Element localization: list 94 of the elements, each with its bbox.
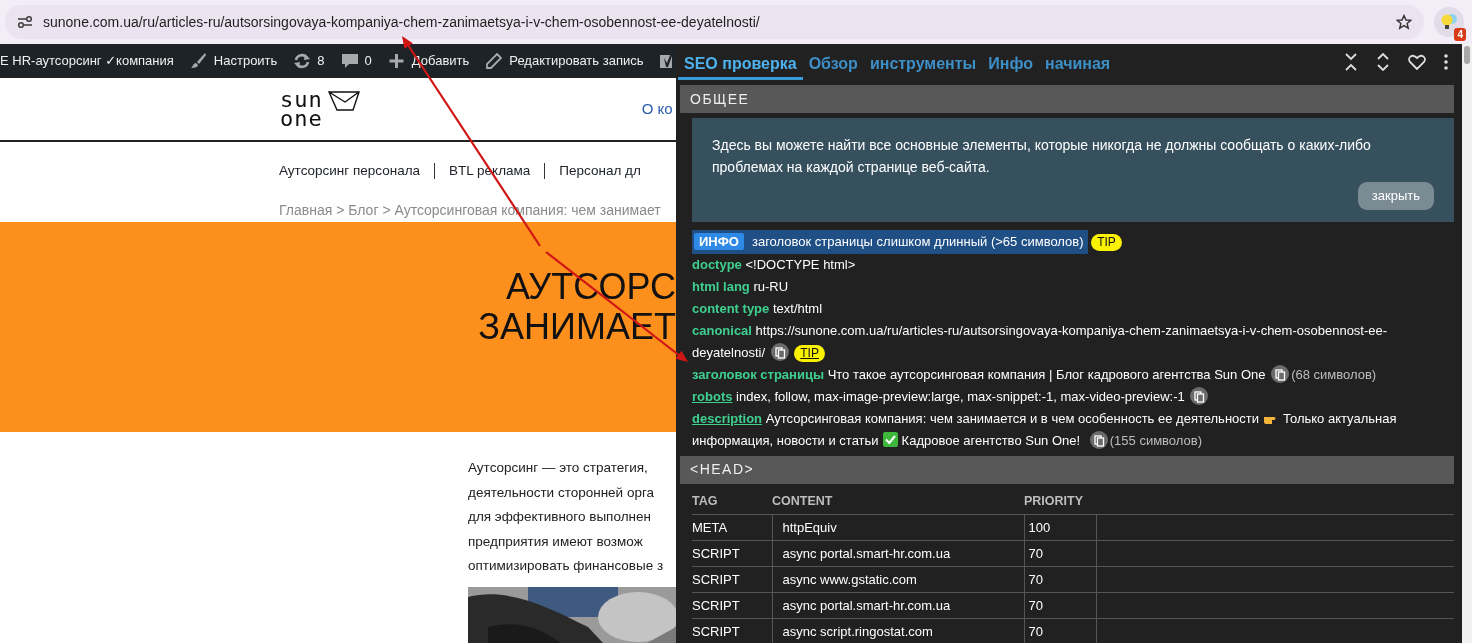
article-text-line: деятельности сторонней орга	[468, 483, 656, 502]
table-cell: 70	[1028, 624, 1043, 639]
table-cell: SCRIPT	[692, 546, 740, 561]
nav-link[interactable]: Персонал дл	[544, 163, 655, 179]
tab[interactable]: инструменты	[863, 44, 983, 80]
notice-text: заголовок страницы слишком длинный (>65 символов)	[751, 232, 1084, 251]
more-icon[interactable]	[1444, 54, 1448, 70]
field-value: Только актуальная	[1283, 409, 1397, 428]
field-label: заголовок страницы	[692, 366, 824, 382]
field-value: deyatelnosti/	[692, 343, 765, 362]
section-header[interactable]: ОБЩЕЕ	[680, 85, 1454, 113]
site-logo[interactable]: sun one	[280, 90, 323, 128]
comment-icon[interactable]	[340, 52, 359, 70]
refresh-icon[interactable]	[293, 52, 312, 70]
url-text: sunone.com.ua/ru/articles-ru/autsorsingovaya-kompaniya-chem-zanimaetsya-i-v-chem-osobennost-ee-deyatelnosti/	[43, 12, 760, 32]
tip-badge[interactable]: TIP	[794, 344, 825, 362]
copy-icon[interactable]	[1271, 364, 1290, 383]
copy-icon[interactable]	[770, 342, 789, 361]
field-link[interactable]: robots	[692, 388, 733, 404]
close-button[interactable]: закрыть	[1357, 182, 1434, 210]
field-label: doctype	[692, 256, 742, 272]
site-settings-icon[interactable]	[17, 14, 33, 30]
field-value: Аутсорсинговая компания: чем занимается и в чем особенность ее деятельности	[765, 409, 1260, 428]
pencil-icon[interactable]	[485, 52, 504, 70]
info-text: Здесь вы можете найти все основные элементы, которые никогда не должны сообщать о каких-либо проблемах на каждой странице веб-сайта.	[712, 136, 1372, 177]
expand-icon[interactable]	[1376, 53, 1390, 71]
field-label: html lang	[692, 278, 750, 294]
column-header: CONTENT	[772, 487, 1024, 515]
hero-title-line: ЗАНИМАЕТ	[478, 307, 676, 347]
column-header: TAG	[692, 487, 772, 515]
tab[interactable]: начиная	[1039, 44, 1117, 80]
section-header[interactable]: <HEAD>	[680, 455, 1454, 484]
link[interactable]: www.gstatic.com	[820, 572, 917, 587]
star-icon[interactable]	[1396, 14, 1412, 30]
character-count: (68 символов)	[1291, 366, 1377, 382]
table-cell: httpEquiv	[782, 520, 837, 535]
field-value: Что такое аутсорсинговая компания | Блог кадрового агентства Sun One	[827, 366, 1266, 382]
admin-bar-item[interactable]: E HR-аутсорсинг ✓компания	[0, 51, 174, 71]
plugin-logo-icon[interactable]	[659, 52, 674, 70]
field-label: content type	[692, 300, 770, 316]
table-cell: async	[782, 546, 817, 561]
copy-icon[interactable]	[1190, 386, 1209, 405]
field-link[interactable]: description	[692, 410, 763, 426]
hero-title-line: АУТСОРС	[505, 267, 676, 307]
link[interactable]: portal.smart-hr.com.ua	[820, 546, 951, 561]
admin-bar-item[interactable]: 0	[364, 51, 372, 71]
character-count: (155 символов)	[1109, 432, 1202, 448]
address-bar[interactable]: sunone.com.ua/ru/articles-ru/autsorsingovaya-kompaniya-chem-zanimaetsya-i-v-chem-osobennost-ee-deyatelnosti/	[5, 5, 1424, 39]
admin-bar-item[interactable]: 8	[317, 51, 325, 71]
table-cell: 70	[1028, 546, 1043, 561]
table-cell: 100	[1028, 520, 1051, 535]
admin-bar-item[interactable]: Редактировать запись	[509, 51, 644, 71]
table-cell: async	[782, 624, 817, 639]
scrollbar[interactable]	[1462, 44, 1472, 643]
tab[interactable]: Обзор	[802, 44, 864, 80]
column-header: PRIORITY	[1024, 487, 1096, 515]
article-text-line: для эффективного выполнен	[468, 508, 652, 526]
table-cell: SCRIPT	[692, 598, 740, 613]
article-text-line: Аутсорсинг — это стратегия,	[468, 459, 649, 477]
copy-icon[interactable]	[1089, 430, 1108, 449]
table-cell: SCRIPT	[692, 572, 740, 587]
heart-icon[interactable]	[1408, 54, 1426, 70]
article-text-line: предприятия имеют возмож	[468, 532, 644, 551]
field-value: Кадровое агентство Sun One!	[901, 431, 1081, 450]
table-cell: SCRIPT	[692, 624, 740, 639]
tip-badge[interactable]: TIP	[1091, 234, 1122, 251]
link[interactable]: script.ringostat.com	[820, 624, 933, 639]
table-cell: 70	[1028, 572, 1043, 587]
brush-icon[interactable]	[189, 52, 208, 70]
envelope-icon	[326, 90, 361, 112]
tab[interactable]: SEO проверка	[678, 44, 803, 80]
field-value: информация, новости и статьи	[692, 431, 879, 450]
field-label: canonical	[692, 322, 752, 338]
checkmark-icon	[882, 431, 898, 447]
tab[interactable]: Инфо	[982, 44, 1039, 80]
lightbulb-icon	[1440, 13, 1458, 31]
collapse-icon[interactable]	[1344, 53, 1358, 71]
article-text-line: оптимизировать финансовые з	[468, 557, 665, 575]
table-cell: 70	[1028, 598, 1043, 613]
nav-link[interactable]: Аутсорсинг персонала	[279, 163, 435, 179]
field-value: <!DOCTYPE html>	[745, 256, 856, 272]
table-cell: async	[782, 598, 817, 613]
header-link[interactable]: О ко	[641, 97, 673, 121]
table-cell: META	[692, 520, 728, 535]
link[interactable]: portal.smart-hr.com.ua	[820, 598, 951, 613]
field-value: index, follow, max-image-preview:large, max-snippet:-1, max-video-preview:-1	[736, 388, 1185, 404]
field-value: ru-RU	[753, 278, 789, 294]
plus-icon[interactable]	[387, 52, 406, 70]
field-value: https://sunone.com.ua/ru/articles-ru/autsorsingovaya-kompaniya-chem-zanimaetsya-i-v-chem-osobennost-ee-	[755, 321, 1388, 340]
info-badge: ИНФО	[694, 233, 744, 250]
admin-bar-item[interactable]: Настроить	[213, 51, 278, 71]
table-cell: async	[782, 572, 817, 587]
field-value: text/html	[772, 300, 823, 316]
notification-badge: 4	[1454, 28, 1466, 41]
